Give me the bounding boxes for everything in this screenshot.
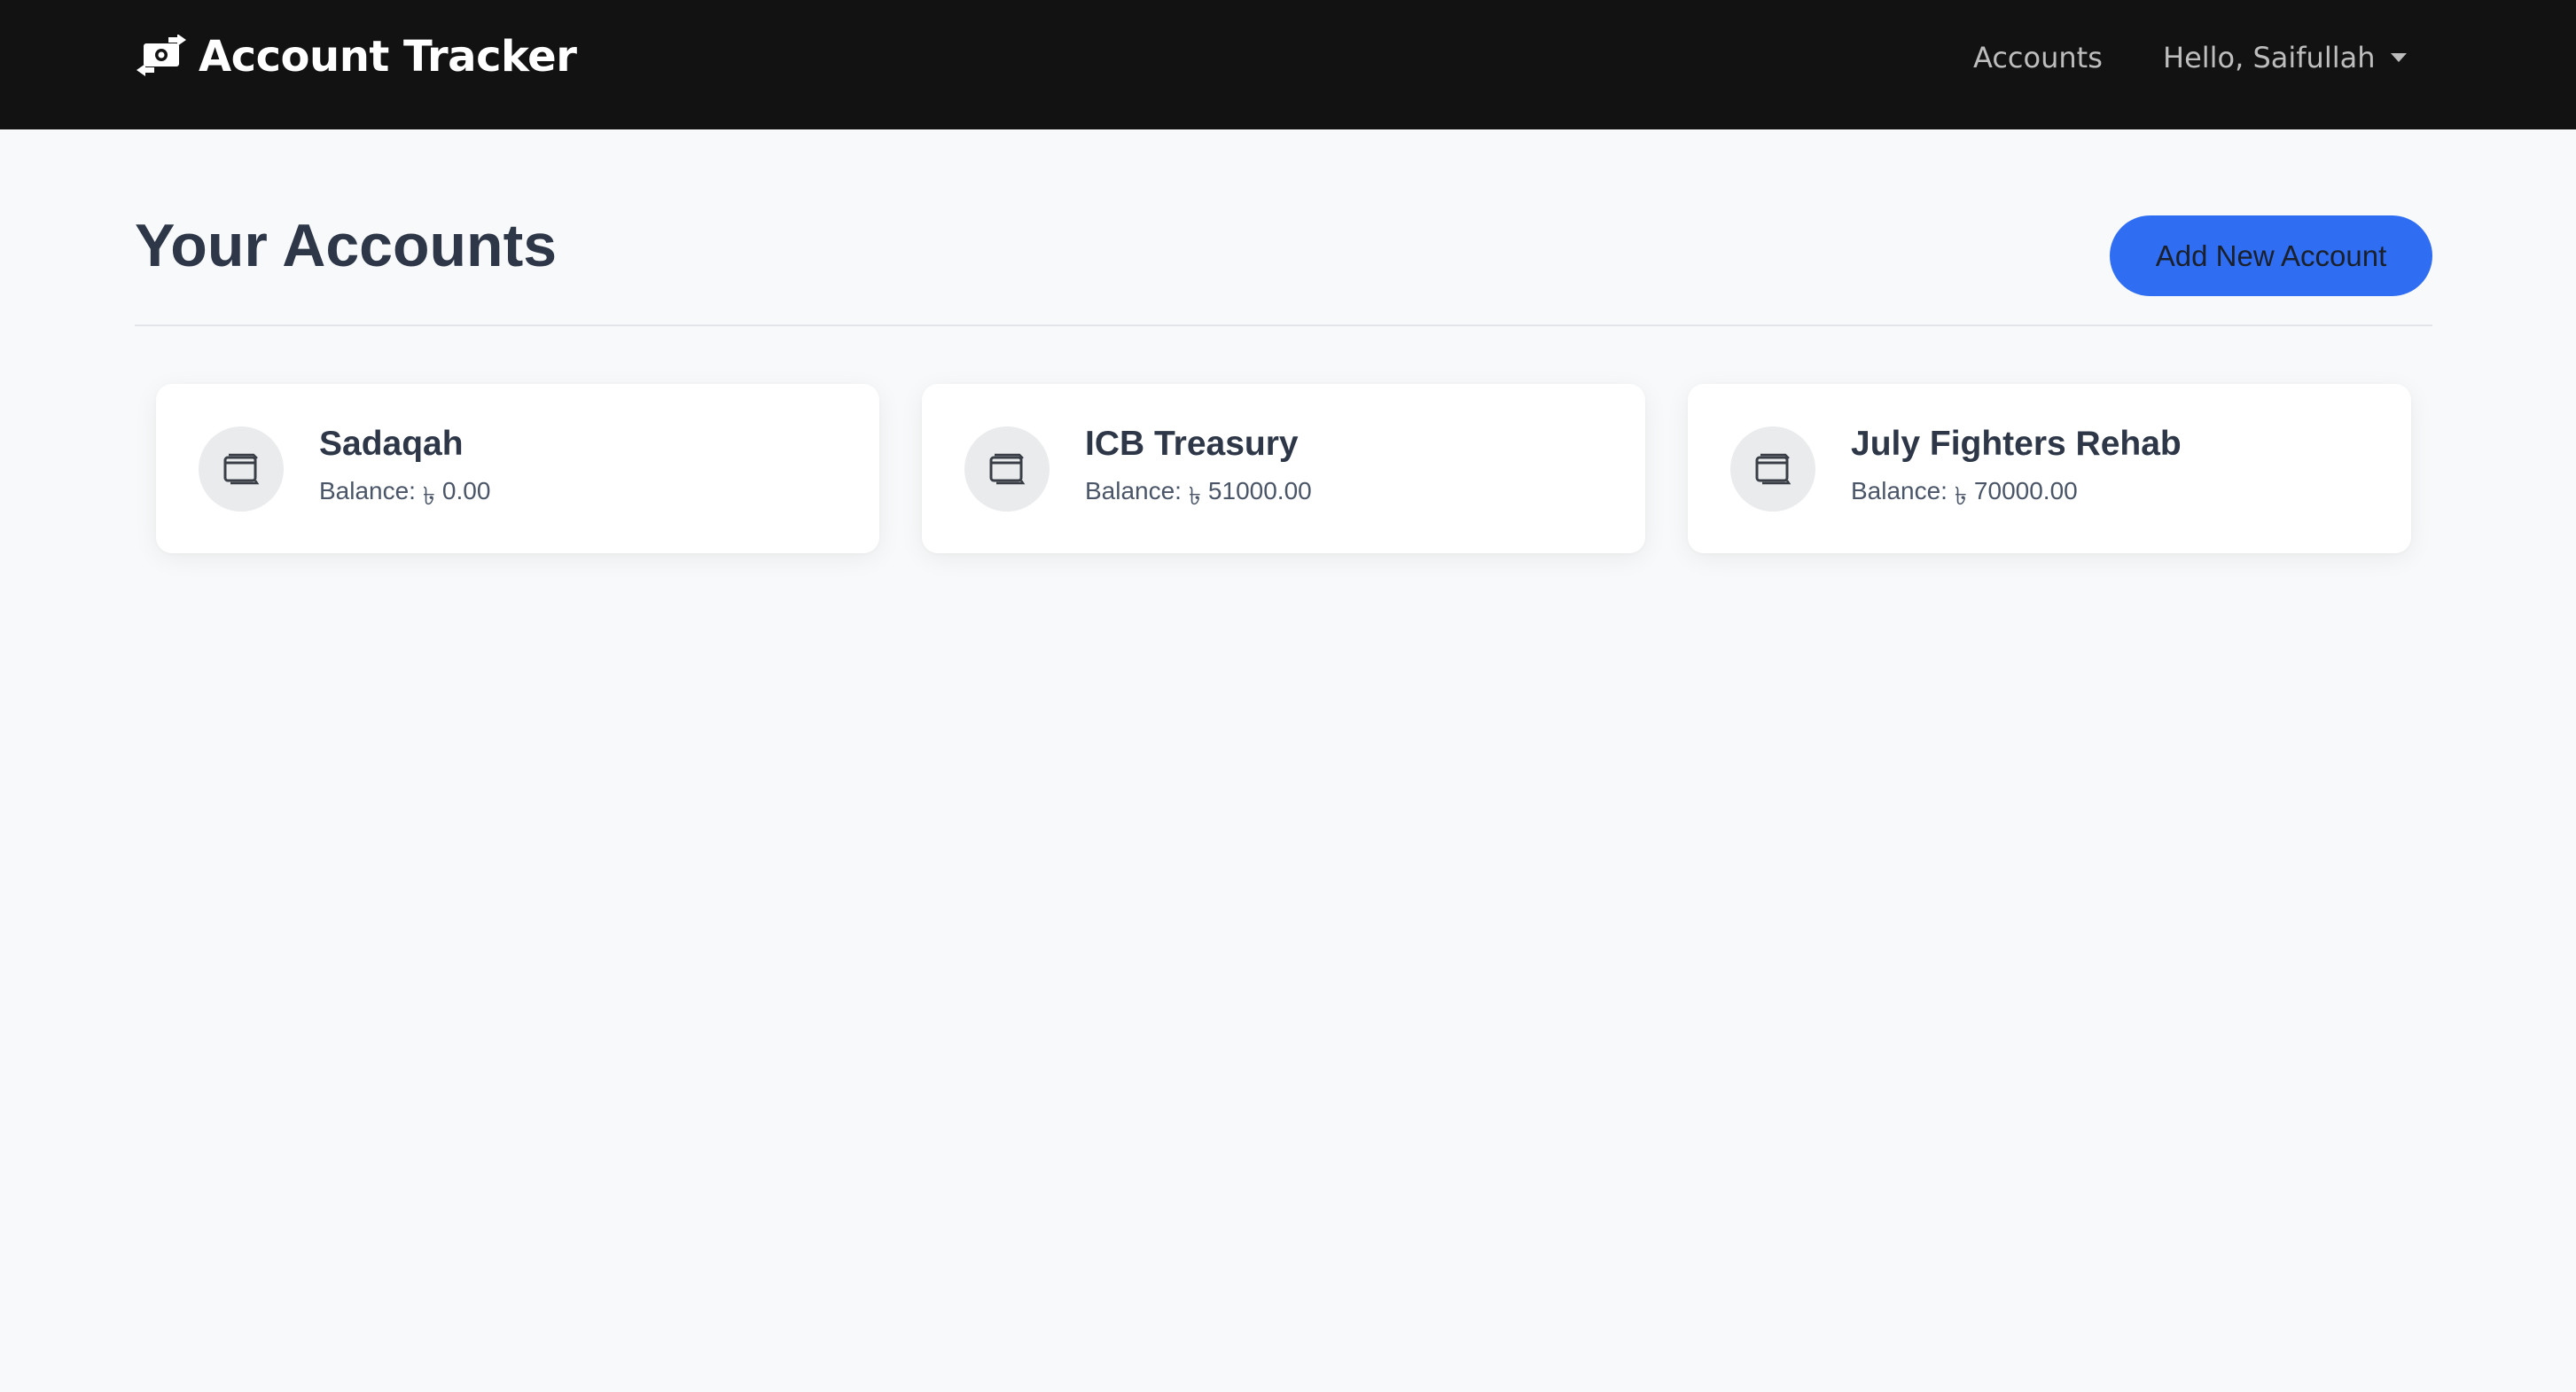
header-divider: [135, 325, 2432, 326]
balance-amount: 0.00: [441, 477, 491, 504]
wallet-icon: [964, 426, 1050, 512]
account-balance: Balance: ৳ 0.00: [319, 477, 490, 519]
account-card[interactable]: ICB Treasury Balance: ৳ 51000.00: [922, 384, 1645, 553]
brand-link[interactable]: Account Tracker: [135, 32, 577, 82]
account-card[interactable]: Sadaqah Balance: ৳ 0.00: [156, 384, 879, 553]
money-bill-transfer-icon: [135, 35, 188, 79]
caret-down-icon: [2391, 53, 2408, 62]
brand-title: Account Tracker: [199, 32, 577, 82]
account-card[interactable]: July Fighters Rehab Balance: ৳ 70000.00: [1688, 384, 2411, 553]
add-new-account-button[interactable]: Add New Account: [2110, 215, 2432, 296]
balance-label: Balance:: [319, 477, 416, 504]
currency-symbol: ৳: [422, 482, 435, 510]
page-title: Your Accounts: [135, 212, 558, 279]
user-greeting: Hello, Saifullah: [2163, 41, 2376, 74]
account-name: ICB Treasury: [1085, 425, 1299, 463]
balance-amount: 70000.00: [1973, 477, 2078, 504]
account-name: July Fighters Rehab: [1851, 425, 2182, 463]
balance-amount: 51000.00: [1207, 477, 1312, 504]
balance-label: Balance:: [1085, 477, 1182, 504]
user-menu-dropdown[interactable]: Hello, Saifullah: [2163, 41, 2408, 74]
balance-label: Balance:: [1851, 477, 1948, 504]
account-balance: Balance: ৳ 51000.00: [1085, 477, 1312, 519]
wallet-icon: [199, 426, 284, 512]
account-balance: Balance: ৳ 70000.00: [1851, 477, 2078, 519]
wallet-icon: [1730, 426, 1815, 512]
top-navbar: Account Tracker Accounts Hello, Saifulla…: [0, 0, 2576, 129]
account-name: Sadaqah: [319, 425, 464, 463]
currency-symbol: ৳: [1954, 482, 1967, 510]
nav-link-accounts[interactable]: Accounts: [1973, 41, 2103, 74]
currency-symbol: ৳: [1188, 482, 1201, 510]
